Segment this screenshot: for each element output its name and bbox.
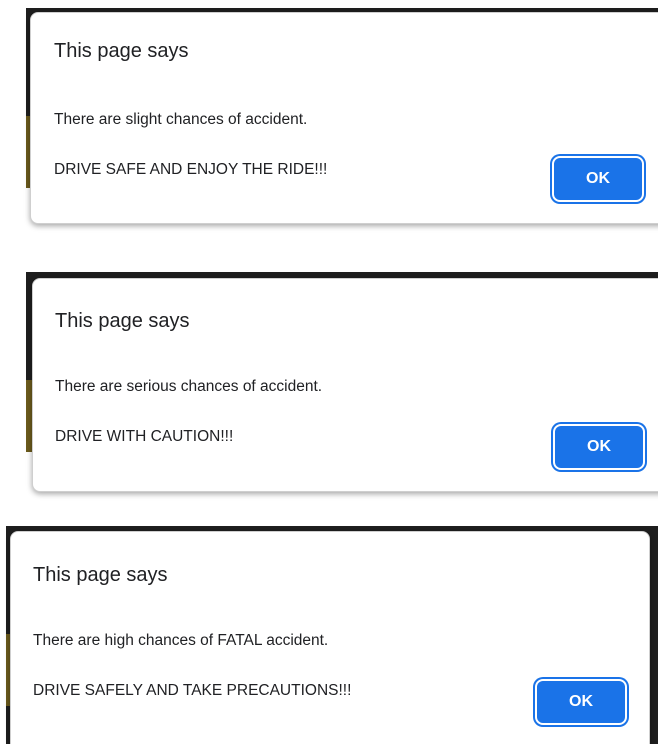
alert-dialog-serious-risk: This page says There are serious chances… xyxy=(32,278,658,492)
screenshot-collage: This page says There are slight chances … xyxy=(0,0,658,744)
dialog-title: This page says xyxy=(55,310,190,332)
dialog-message-line: DRIVE SAFELY AND TAKE PRECAUTIONS!!! xyxy=(33,682,352,699)
dialog-title: This page says xyxy=(54,40,189,62)
dialog-title: This page says xyxy=(33,564,168,586)
ok-button[interactable]: OK xyxy=(537,681,625,723)
ok-button[interactable]: OK xyxy=(554,158,642,200)
dialog-message-line: DRIVE SAFE AND ENJOY THE RIDE!!! xyxy=(54,161,328,178)
ok-button[interactable]: OK xyxy=(555,426,643,468)
alert-dialog-slight-risk: This page says There are slight chances … xyxy=(30,12,658,224)
alert-dialog-fatal-risk: This page says There are high chances of… xyxy=(10,531,650,744)
dialog-message: There are high chances of FATAL accident… xyxy=(33,603,351,728)
dialog-message-line: DRIVE WITH CAUTION!!! xyxy=(55,428,234,445)
dialog-message-line: There are high chances of FATAL accident… xyxy=(33,632,329,649)
dialog-message-line: There are slight chances of accident. xyxy=(54,111,308,128)
dialog-message: There are serious chances of accident. D… xyxy=(55,349,322,474)
dialog-message-line: There are serious chances of accident. xyxy=(55,378,323,395)
dialog-message: There are slight chances of accident. DR… xyxy=(54,82,327,207)
